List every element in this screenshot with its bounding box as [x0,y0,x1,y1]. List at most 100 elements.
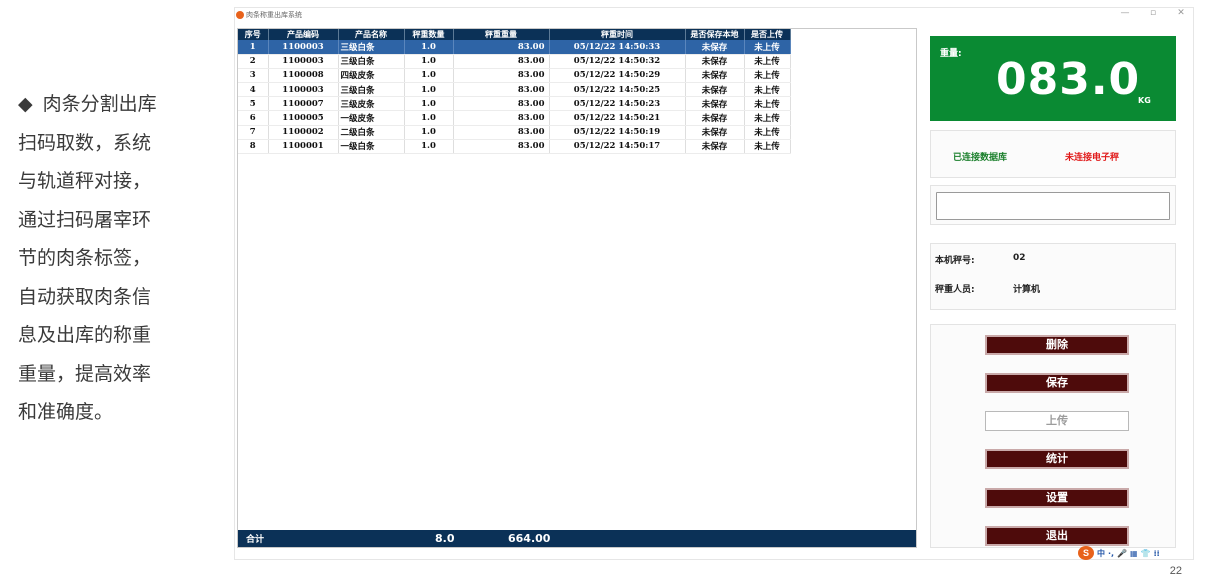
table-cell: 1100001 [268,139,339,155]
page-number: 22 [1169,565,1182,577]
column-header[interactable]: 序号 [238,29,269,40]
total-weight: 664.00 [508,532,551,545]
table-cell: 83.00 [453,82,550,98]
column-header[interactable]: 产品名称 [338,29,405,40]
microphone-icon[interactable]: 🎤 [1117,549,1127,558]
table-cell: 83.00 [453,110,550,126]
keyboard-icon[interactable]: ▦ [1130,549,1138,558]
table-row[interactable]: 4 1100003 三级白条 1.0 83.00 05/12/22 14:50:25 未保存… [238,82,791,98]
skin-icon[interactable]: 👕 [1141,549,1151,558]
column-header[interactable]: 是否保存本地 [685,29,745,40]
table-cell: 05/12/22 14:50:29 [549,68,686,84]
scale-number-label: 本机秤号: [935,256,975,266]
table-cell: 未保存 [685,96,745,112]
input-method-logo-icon[interactable]: S [1078,546,1094,560]
table-cell: 83.00 [453,125,550,140]
system-tray: S 中 ·, 🎤 ▦ 👕 ⁞⁞ [1078,545,1160,561]
table-cell: 1100007 [268,96,339,112]
title-bar: 肉条称重出库系统 — ▫ ✕ [235,8,1193,24]
table-cell: 1.0 [404,139,454,155]
table-cell: 未上传 [744,110,791,126]
table-cell: 1100002 [268,125,339,140]
table-row[interactable]: 8 1100001 一级白条 1.0 83.00 05/12/22 14:50:17 未保存… [238,139,791,155]
scale-number-value: 02 [1013,253,1026,263]
operator-label: 秤重人员: [935,285,975,295]
table-row[interactable]: 7 1100002 二级白条 1.0 83.00 05/12/22 14:50:19 未保存… [238,125,791,140]
table-cell: 3 [238,68,269,84]
table-cell: 一级皮条 [338,110,405,126]
weighing-grid[interactable]: 序号 产品编码 产品名称 秤重数量 秤重重量 秤重时间 是否保存本地 是否上传 … [237,28,917,548]
column-header[interactable]: 秤重重量 [453,29,550,40]
delete-button[interactable]: 删除 [985,335,1129,355]
table-cell: 未保存 [685,68,745,84]
table-cell: 一级白条 [338,139,405,155]
table-cell: 7 [238,125,269,140]
table-cell: 83.00 [453,68,550,84]
maximize-icon[interactable]: ▫ [1145,8,1161,18]
database-status: 已连接数据库 [953,153,1008,163]
close-icon[interactable]: ✕ [1173,8,1189,18]
total-bar: 合计 8.0 664.00 [238,530,916,547]
caption-line-1: ◆ 肉条分割出库 [18,93,157,115]
table-row[interactable]: 6 1100005 一级皮条 1.0 83.00 05/12/22 14:50:21 未保存… [238,110,791,126]
table-cell: 1100008 [268,68,339,84]
table-cell: 未上传 [744,54,791,69]
caption-line-8: 重量，提高效率 [18,362,152,385]
total-label: 合计 [246,535,265,545]
punctuation-icon[interactable]: ·, [1108,549,1114,558]
table-cell: 未上传 [744,82,791,98]
table-cell: 1.0 [404,96,454,112]
settings-button[interactable]: 设置 [985,488,1129,508]
table-cell: 05/12/22 14:50:17 [549,139,686,155]
minimize-icon[interactable]: — [1117,8,1133,18]
action-button-panel: 删除 保存 上传 统计 设置 退出 [930,324,1176,548]
barcode-input[interactable] [936,192,1170,220]
table-cell: 未保存 [685,54,745,69]
diamond-bullet-icon: ◆ [18,93,33,115]
table-header-row: 序号 产品编码 产品名称 秤重数量 秤重重量 秤重时间 是否保存本地 是否上传 [238,29,791,40]
statistics-button[interactable]: 统计 [985,449,1129,469]
chinese-mode-icon[interactable]: 中 [1097,548,1105,559]
station-info-panel: 本机秤号: 02 秤重人员: 计算机 [930,243,1176,310]
table-cell: 5 [238,96,269,112]
table-row[interactable]: 1 1100003 三级白条 1.0 83.00 05/12/22 14:50:33 未保存… [238,40,791,55]
table-cell: 1.0 [404,110,454,126]
table-cell: 05/12/22 14:50:25 [549,82,686,98]
caption-line-4: 通过扫码屠宰环 [18,208,152,231]
table-cell: 6 [238,110,269,126]
table-cell: 1.0 [404,82,454,98]
toolbox-icon[interactable]: ⁞⁞ [1154,549,1160,558]
column-header[interactable]: 产品编码 [268,29,339,40]
table-cell: 未上传 [744,125,791,140]
table-cell: 未保存 [685,82,745,98]
table-cell: 未上传 [744,96,791,112]
column-header[interactable]: 是否上传 [744,29,791,40]
column-header[interactable]: 秤重时间 [549,29,686,40]
save-button[interactable]: 保存 [985,373,1129,393]
table-cell: 三级白条 [338,82,405,98]
table-cell: 05/12/22 14:50:19 [549,125,686,140]
table-cell: 二级白条 [338,125,405,140]
window-title: 肉条称重出库系统 [246,12,302,19]
caption-line-3: 与轨道秤对接， [18,170,152,192]
table-row[interactable]: 2 1100003 三级白条 1.0 83.00 05/12/22 14:50:32 未保存… [238,54,791,69]
caption-line-6: 自动获取肉条信 [18,285,152,308]
connection-status-panel: 已连接数据库 未连接电子秤 [930,130,1176,178]
column-header[interactable]: 秤重数量 [404,29,454,40]
weight-display: 重量: 083.0 KG [930,36,1176,121]
table-cell: 三级白条 [338,40,405,55]
table-cell: 4 [238,82,269,98]
table-cell: 未保存 [685,125,745,140]
slide-caption: ◆ 肉条分割出库 扫码取数，系统 与轨道秤对接， 通过扫码屠宰环 节的肉条标签，… [18,85,208,432]
table-row[interactable]: 3 1100008 四级皮条 1.0 83.00 05/12/22 14:50:29 未保存… [238,68,791,84]
caption-line-2: 扫码取数，系统 [18,131,152,154]
table-row[interactable]: 5 1100007 三级皮条 1.0 83.00 05/12/22 14:50:23 未保存… [238,96,791,112]
table-cell: 1.0 [404,54,454,69]
table-cell: 1100005 [268,110,339,126]
weight-unit: KG [1138,96,1151,105]
table-cell: 05/12/22 14:50:33 [549,40,686,55]
table-cell: 83.00 [453,54,550,69]
upload-button[interactable]: 上传 [985,411,1129,431]
exit-button[interactable]: 退出 [985,526,1129,546]
table-cell: 05/12/22 14:50:23 [549,96,686,112]
